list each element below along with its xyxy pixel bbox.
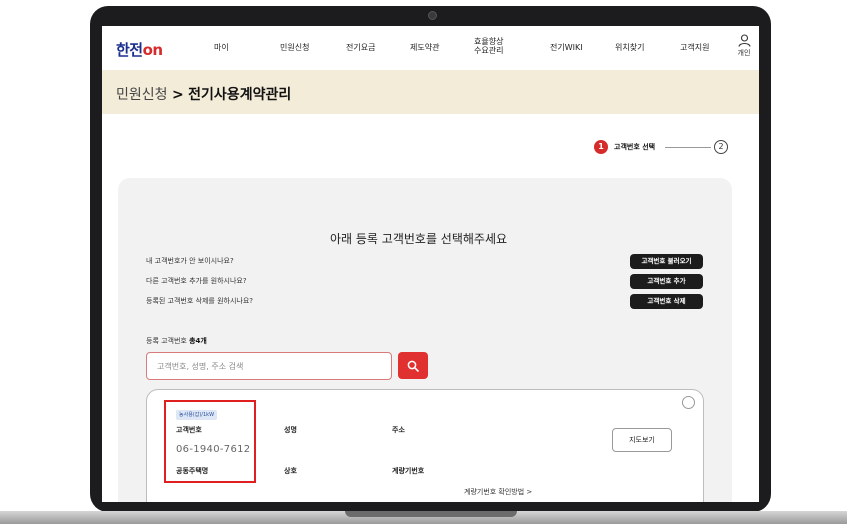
step-divider — [665, 147, 711, 148]
delete-number-button[interactable]: 고객번호 삭제 — [630, 294, 703, 309]
question-add-number: 다른 고객번호 추가를 원하시나요? — [146, 277, 247, 285]
address-label: 주소 — [392, 426, 405, 434]
meter-no-label: 계량기번호 — [392, 467, 425, 475]
shop-name-label: 상호 — [284, 467, 297, 475]
load-number-button[interactable]: 고객번호 불러오기 — [630, 254, 703, 269]
registered-label-text: 등록 고객번호 — [146, 337, 187, 345]
login-label: 개인 — [737, 49, 751, 57]
search-input[interactable] — [157, 353, 385, 379]
card-select-radio[interactable] — [682, 396, 695, 409]
breadcrumb-separator: > — [171, 87, 184, 103]
login-button[interactable]: 개인 — [734, 34, 754, 58]
name-label: 성명 — [284, 426, 297, 434]
top-nav: 한전on 마이 민원신청 전기요금 제도약관 효율향상 수요관리 전기WIKI … — [102, 26, 759, 71]
logo-text: 한전 — [116, 41, 143, 59]
step-1-label: 고객번호 선택 — [614, 143, 656, 151]
kepco-on-logo[interactable]: 한전on — [116, 39, 163, 60]
registered-count: 총4개 — [189, 337, 207, 345]
nav-electric-bill[interactable]: 전기요금 — [346, 42, 375, 53]
question-missing-number: 내 고객번호가 안 보이시나요? — [146, 257, 234, 265]
page-headline: 아래 등록 고객번호를 선택해주세요 — [330, 232, 508, 246]
search-button[interactable] — [398, 352, 428, 379]
nav-civil-request[interactable]: 민원신청 — [280, 42, 309, 53]
map-view-button[interactable]: 지도보기 — [612, 428, 672, 452]
registered-label: 등록 고객번호 총4개 — [146, 336, 207, 346]
laptop-base-notch — [345, 511, 517, 517]
step-1-badge: 1 — [594, 140, 608, 154]
nav-efficiency[interactable]: 효율향상 수요관리 — [474, 37, 503, 55]
breadcrumb-current: 전기사용계약관리 — [188, 87, 292, 103]
nav-wiki[interactable]: 전기WIKI — [550, 42, 583, 53]
laptop-frame: 한전on 마이 민원신청 전기요금 제도약관 효율향상 수요관리 전기WIKI … — [90, 6, 771, 512]
nav-terms[interactable]: 제도약관 — [410, 42, 439, 53]
screen: 한전on 마이 민원신청 전기요금 제도약관 효율향상 수요관리 전기WIKI … — [102, 26, 759, 502]
nav-my[interactable]: 마이 — [214, 42, 229, 53]
question-delete-number: 등록된 고객번호 삭제를 원하시나요? — [146, 297, 253, 305]
highlight-box — [164, 400, 256, 483]
camera-icon — [428, 11, 437, 20]
breadcrumb: 민원신청 > 전기사용계약관리 — [116, 84, 291, 104]
meter-no-help-link[interactable]: 계량기번호 확인방법 > — [464, 487, 532, 497]
logo-on-text: on — [142, 41, 163, 59]
search-box — [146, 352, 392, 380]
add-number-button[interactable]: 고객번호 추가 — [630, 274, 703, 289]
step-2-badge: 2 — [714, 140, 728, 154]
nav-location[interactable]: 위치찾기 — [615, 42, 644, 53]
nav-support[interactable]: 고객지원 — [680, 42, 709, 53]
breadcrumb-parent[interactable]: 민원신청 — [116, 87, 168, 103]
user-icon — [737, 34, 751, 47]
search-icon — [407, 360, 419, 372]
